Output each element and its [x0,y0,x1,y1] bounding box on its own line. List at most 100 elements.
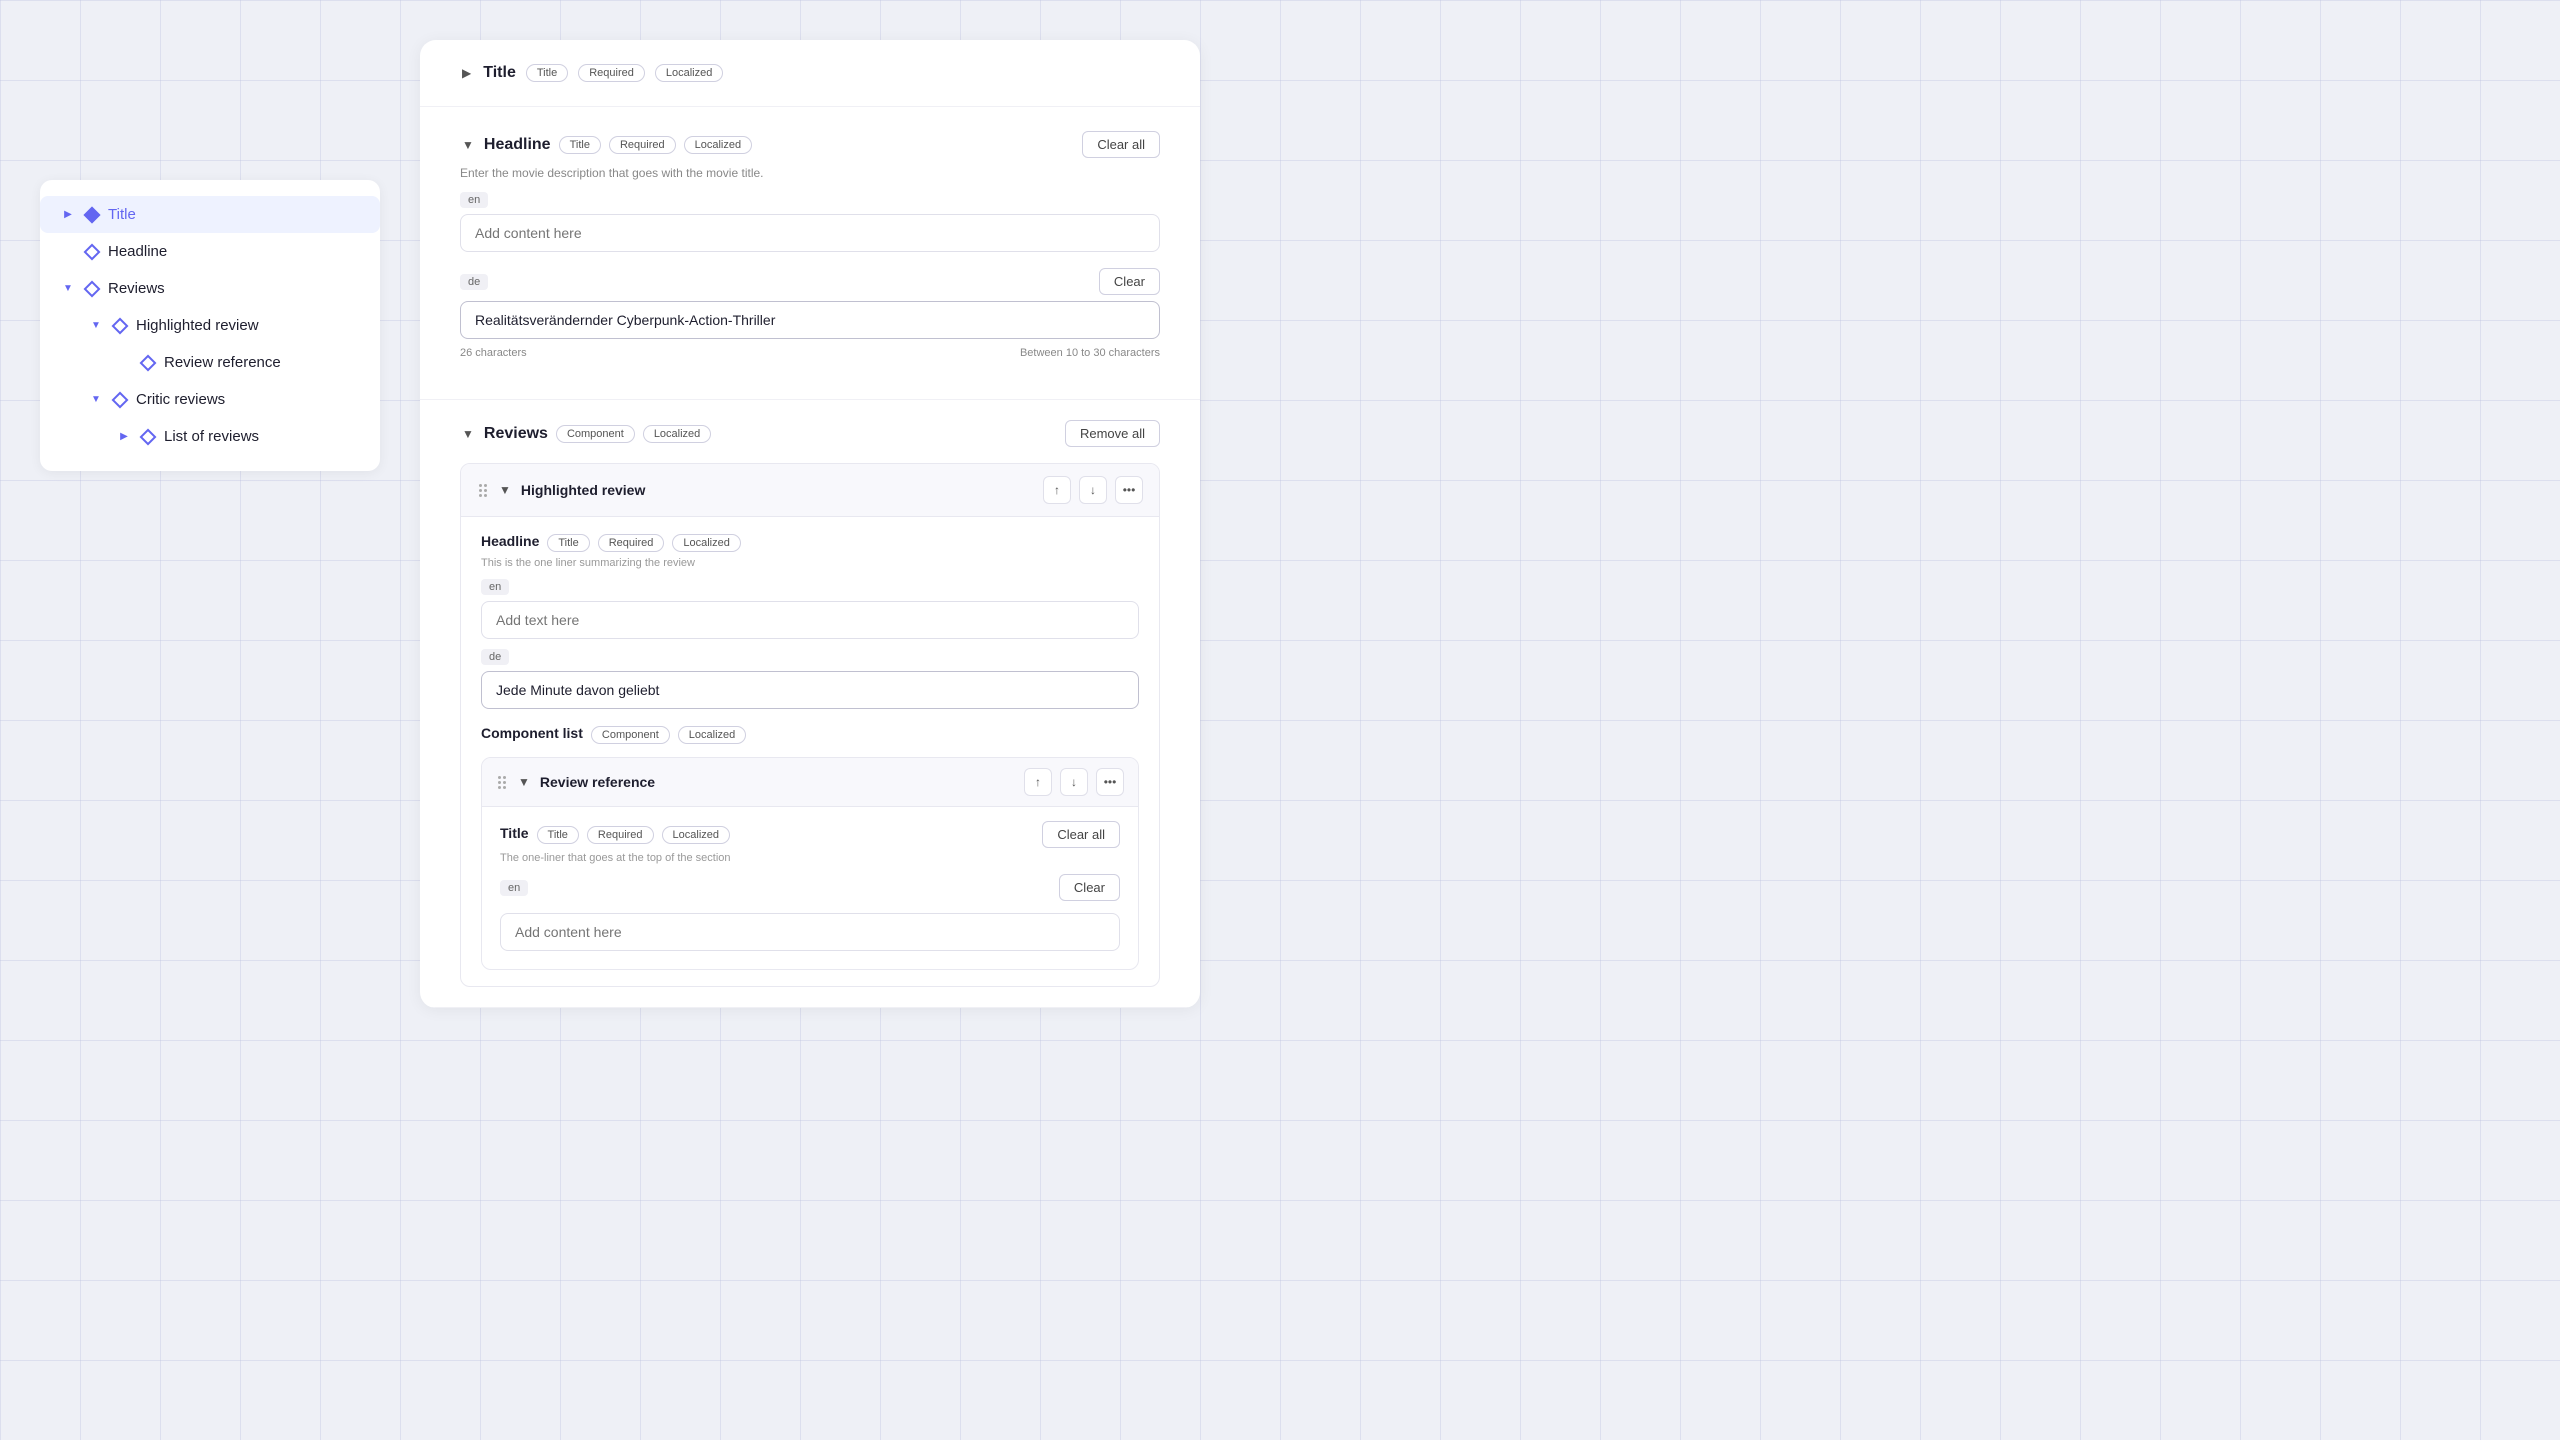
chevron-down-icon: ▼ [60,281,76,297]
highlighted-review-header: ▼ Highlighted review ↑ ↓ ••• [461,464,1159,517]
hr-de-lang-tag: de [481,649,509,665]
sidebar-item-label: Headline [108,243,167,260]
component-list-tag-localized: Localized [678,726,746,744]
rr-title-clear-all-button[interactable]: Clear all [1042,821,1120,848]
sidebar-item-label: Review reference [164,354,281,371]
hr-de-input[interactable] [481,671,1139,709]
review-reference-chevron[interactable]: ▼ [516,773,532,791]
reviews-header-left: ▼ Reviews Component Localized [460,425,711,443]
hr-en-lang-row: en [481,579,1139,595]
hr-de-lang-row: de [481,649,1139,665]
review-reference-down-button[interactable]: ↓ [1060,768,1088,796]
headline-de-lang-tag: de [460,274,488,290]
review-reference-header: ▼ Review reference ↑ ↓ ••• [482,758,1138,807]
sidebar-item-title[interactable]: ▶ Title [40,196,380,233]
headline-tag-title: Title [559,136,601,154]
diamond-outline-icon [84,280,101,297]
headline-section-title: Headline [484,136,551,154]
highlighted-review-up-button[interactable]: ↑ [1043,476,1071,504]
sidebar-item-label: Highlighted review [136,317,259,334]
review-reference-body: Title Title Required Localized Clear all… [482,807,1138,969]
headline-de-lang-row: de Clear [460,268,1160,295]
rr-title-hint: The one-liner that goes at the top of th… [500,852,1120,864]
reviews-header-row: ▼ Reviews Component Localized Remove all [460,420,1160,447]
hr-headline-label: Headline [481,533,539,549]
rr-en-input[interactable] [500,913,1120,951]
sidebar-item-label: Critic reviews [136,391,225,408]
sidebar-item-review-reference[interactable]: Review reference [40,344,380,381]
title-section-header: ▶ Title Title Required Localized [460,64,1160,82]
sidebar-item-reviews[interactable]: ▼ Reviews [40,270,380,307]
reviews-tag-localized: Localized [643,425,711,443]
chevron-down-icon: ▼ [88,318,104,334]
hr-en-lang-tag: en [481,579,509,595]
title-section: ▶ Title Title Required Localized [420,40,1200,107]
headline-clear-all-button[interactable]: Clear all [1082,131,1160,158]
reviews-section-title: Reviews [484,425,548,443]
review-reference-title: Review reference [540,774,1016,790]
headline-tag-required: Required [609,136,676,154]
reviews-tag-component: Component [556,425,635,443]
diamond-outline-icon [84,243,101,260]
diamond-filled-icon [84,206,101,223]
hr-en-input[interactable] [481,601,1139,639]
rr-title-tag-localized: Localized [662,826,730,844]
headline-en-input[interactable] [460,214,1160,252]
diamond-outline-icon [140,354,157,371]
headline-de-input[interactable] [460,301,1160,339]
sidebar-item-critic-reviews[interactable]: ▼ Critic reviews [40,381,380,418]
hr-headline-header-row: Headline Title Required Localized [481,533,1139,553]
headline-de-clear-button[interactable]: Clear [1099,268,1160,295]
headline-de-char-count-row: 26 characters Between 10 to 30 character… [460,347,1160,359]
rr-title-tag-title: Title [537,826,579,844]
review-reference-drag-handle[interactable] [496,774,508,791]
title-tag-required: Required [578,64,645,82]
title-tag-title: Title [526,64,568,82]
review-reference-card: ▼ Review reference ↑ ↓ ••• Title Title [481,757,1139,970]
reviews-chevron-button[interactable]: ▼ [460,425,476,443]
sidebar-item-headline[interactable]: Headline [40,233,380,270]
title-tag-localized: Localized [655,64,723,82]
rr-title-header-row: Title Title Required Localized Clear all [500,821,1120,848]
sidebar-item-label: List of reviews [164,428,259,445]
sidebar-item-label: Title [108,206,136,223]
headline-en-lang-row: en [460,192,1160,208]
hr-headline-tag-required: Required [598,534,665,552]
chevron-right-icon: ▶ [60,207,76,223]
headline-header-row: ▼ Headline Title Required Localized Clea… [460,131,1160,158]
title-section-title: Title [483,64,516,82]
reviews-section: ▼ Reviews Component Localized Remove all… [420,400,1200,1008]
highlighted-review-title: Highlighted review [521,482,1035,498]
sidebar-item-highlighted-review[interactable]: ▼ Highlighted review [40,307,380,344]
reviews-remove-all-button[interactable]: Remove all [1065,420,1160,447]
chevron-down-icon: ▼ [88,392,104,408]
headline-de-char-limit: Between 10 to 30 characters [1020,347,1160,359]
diamond-outline-icon [112,317,129,334]
headline-chevron-button[interactable]: ▼ [460,136,476,154]
rr-en-lang-row: en Clear [500,874,1120,901]
hr-headline-tag-title: Title [547,534,589,552]
headline-de-char-count: 26 characters [460,347,527,359]
highlighted-review-chevron[interactable]: ▼ [497,481,513,499]
drag-handle[interactable] [477,482,489,499]
diamond-outline-icon [140,428,157,445]
sidebar-item-label: Reviews [108,280,165,297]
rr-en-clear-button[interactable]: Clear [1059,874,1120,901]
highlighted-review-headline-section: Headline Title Required Localized This i… [481,533,1139,725]
component-list-tag-component: Component [591,726,670,744]
headline-en-lang-tag: en [460,192,488,208]
sidebar: ▶ Title Headline ▼ Reviews ▼ Highlighted… [40,180,380,471]
hr-headline-hint: This is the one liner summarizing the re… [481,557,1139,569]
highlighted-review-down-button[interactable]: ↓ [1079,476,1107,504]
diamond-outline-icon [112,391,129,408]
highlighted-review-more-button[interactable]: ••• [1115,476,1143,504]
title-chevron-button[interactable]: ▶ [460,64,473,82]
highlighted-review-body: Headline Title Required Localized This i… [461,517,1159,986]
review-reference-up-button[interactable]: ↑ [1024,768,1052,796]
review-reference-more-button[interactable]: ••• [1096,768,1124,796]
sidebar-item-list-of-reviews[interactable]: ▶ List of reviews [40,418,380,455]
component-list-section: Component list Component Localized [481,725,1139,970]
rr-title-label: Title [500,825,529,841]
headline-section: ▼ Headline Title Required Localized Clea… [420,107,1200,400]
highlighted-review-card: ▼ Highlighted review ↑ ↓ ••• Headline Ti… [460,463,1160,987]
